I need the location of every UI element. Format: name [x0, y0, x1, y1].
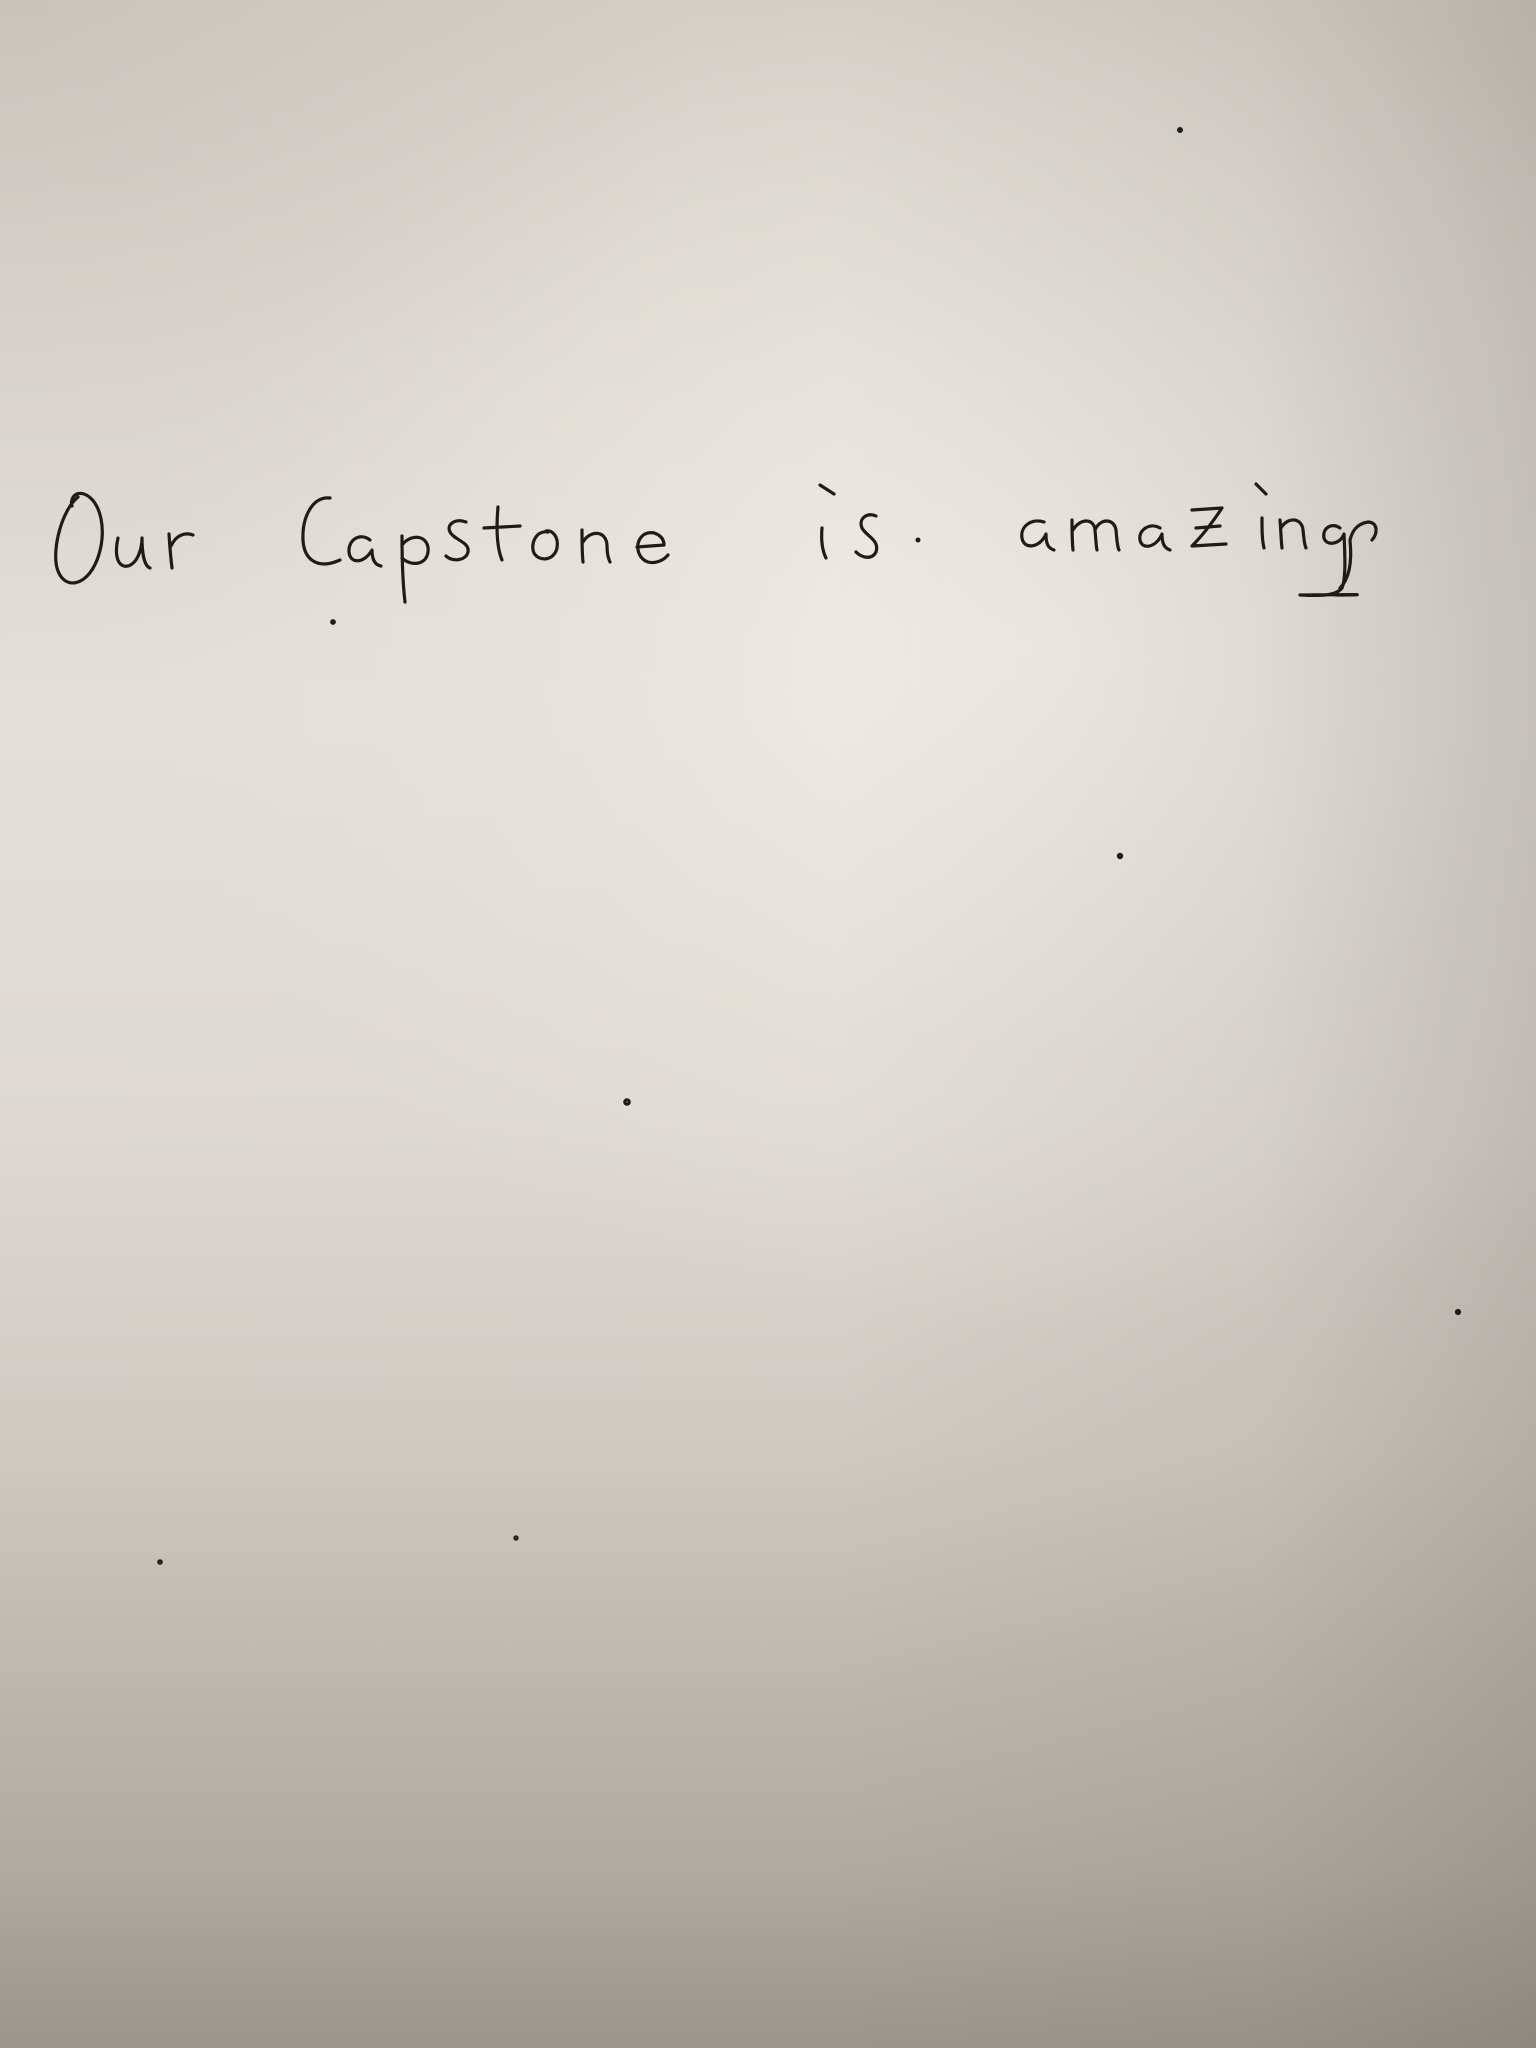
paper-texture-specks: [157, 127, 1462, 1565]
paper-sheet: Our Capstone is amazing: [0, 0, 1536, 2048]
